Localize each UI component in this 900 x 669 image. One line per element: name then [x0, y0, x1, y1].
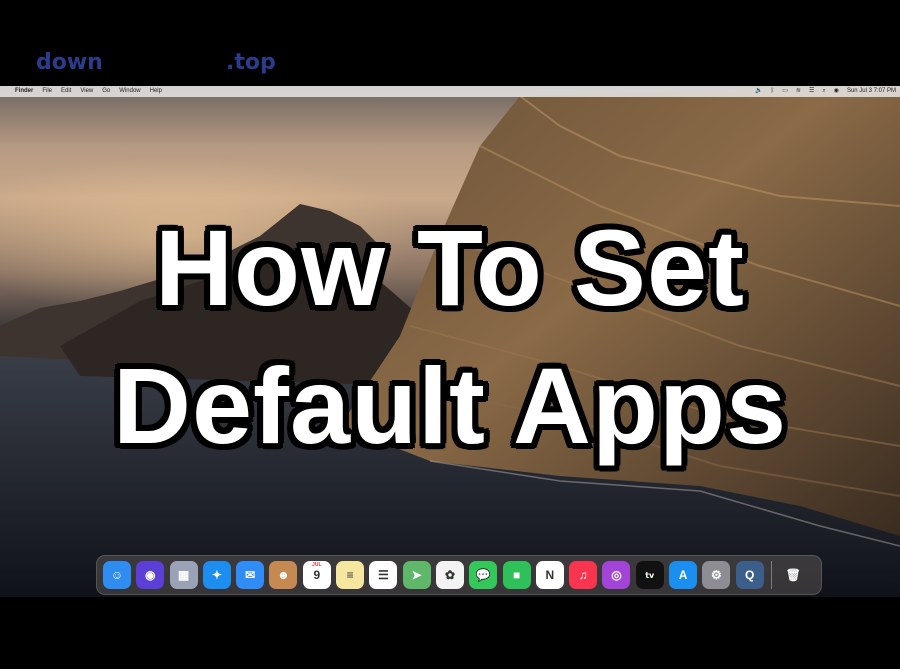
- quicktime-glyph: Q: [744, 568, 755, 582]
- menu-item-file[interactable]: File: [42, 86, 52, 97]
- facetime-icon[interactable]: ■: [502, 561, 531, 589]
- news-icon[interactable]: N: [535, 561, 564, 589]
- headline-line-2: Default Apps: [112, 345, 788, 466]
- contacts-glyph: ☻: [277, 568, 290, 582]
- siri-glyph: ◉: [145, 568, 156, 582]
- notes-icon[interactable]: ≡: [336, 561, 365, 589]
- app-store-glyph: A: [678, 568, 688, 582]
- launchpad-icon[interactable]: ▦: [169, 561, 198, 589]
- apple-tv-icon[interactable]: tv: [635, 561, 664, 589]
- safari-glyph: ✦: [211, 568, 222, 582]
- photos-glyph: ✿: [444, 568, 455, 582]
- volume-icon[interactable]: 🔈: [755, 86, 762, 97]
- music-icon[interactable]: ♫: [569, 561, 598, 589]
- wifi-icon[interactable]: ≋: [796, 86, 801, 97]
- menu-clock[interactable]: Sun Jul 3 7:07 PM: [847, 86, 896, 97]
- reminders-glyph: ☰: [377, 568, 389, 582]
- dock-separator: [770, 561, 772, 589]
- dock: ☺ ◉ ▦ ✦ ✉ ☻ 9 JUL ≡ ☰ ➤ ✿ 💬 ■ N ♫ ◎ tv A ⚙ Q 🗑: [96, 555, 822, 595]
- trash-glyph: 🗑: [785, 568, 801, 582]
- system-preferences-icon[interactable]: ⚙: [702, 561, 731, 589]
- letterbox-bottom: [0, 597, 900, 669]
- headline-line-1: How To Set: [155, 207, 745, 328]
- bluetooth-icon[interactable]: ᛒ: [771, 86, 775, 97]
- watermark: down .top: [36, 50, 276, 82]
- menu-item-help[interactable]: Help: [150, 86, 162, 97]
- menu-item-finder[interactable]: Finder: [15, 86, 33, 97]
- menu-item-view[interactable]: View: [80, 86, 93, 97]
- desktop-screen: Finder File Edit View Go Window Help 🔈 ᛒ…: [0, 86, 900, 597]
- contacts-icon[interactable]: ☻: [269, 561, 298, 589]
- messages-icon[interactable]: 💬: [469, 561, 498, 589]
- watermark-part-2: .top: [226, 50, 276, 75]
- desktop-wallpaper: [0, 86, 900, 597]
- news-glyph: N: [545, 568, 555, 582]
- menu-item-go[interactable]: Go: [102, 86, 110, 97]
- finder-icon[interactable]: ☺: [103, 561, 131, 589]
- menu-item-edit[interactable]: Edit: [61, 86, 71, 97]
- music-glyph: ♫: [578, 568, 588, 582]
- facetime-glyph: ■: [512, 568, 521, 582]
- trash-icon[interactable]: 🗑: [779, 561, 807, 589]
- menu-bar: Finder File Edit View Go Window Help 🔈 ᛒ…: [0, 86, 900, 97]
- finder-glyph: ☺: [110, 568, 124, 582]
- maps-icon[interactable]: ➤: [402, 561, 431, 589]
- podcasts-glyph: ◎: [611, 568, 622, 582]
- calendar-month: JUL: [312, 562, 322, 568]
- photos-icon[interactable]: ✿: [435, 561, 464, 589]
- messages-glyph: 💬: [475, 568, 491, 582]
- quicktime-icon[interactable]: Q: [735, 561, 764, 589]
- launchpad-glyph: ▦: [177, 568, 190, 582]
- mail-icon[interactable]: ✉: [236, 561, 265, 589]
- siri-icon[interactable]: ◉: [136, 561, 165, 589]
- control-center-icon[interactable]: ☰: [809, 86, 814, 97]
- podcasts-icon[interactable]: ◎: [602, 561, 631, 589]
- watermark-part-1: down: [36, 50, 103, 75]
- calendar-icon[interactable]: 9 JUL: [302, 561, 331, 589]
- maps-glyph: ➤: [411, 568, 422, 582]
- spotlight-search-icon[interactable]: ⌕: [822, 86, 825, 97]
- app-store-icon[interactable]: A: [669, 561, 698, 589]
- apple-tv-glyph: tv: [645, 570, 655, 580]
- reminders-icon[interactable]: ☰: [369, 561, 398, 589]
- mail-glyph: ✉: [245, 568, 256, 582]
- siri-menu-icon[interactable]: ◉: [834, 86, 839, 97]
- system-preferences-glyph: ⚙: [710, 568, 722, 582]
- safari-icon[interactable]: ✦: [202, 561, 231, 589]
- menu-item-window[interactable]: Window: [119, 86, 140, 97]
- dock-app-list: ☺ ◉ ▦ ✦ ✉ ☻ 9 JUL ≡ ☰ ➤ ✿ 💬 ■ N ♫ ◎ tv A ⚙ Q 🗑: [103, 561, 807, 589]
- battery-icon[interactable]: ▭: [782, 86, 788, 97]
- notes-glyph: ≡: [346, 568, 354, 582]
- calendar-glyph: 9: [313, 568, 321, 582]
